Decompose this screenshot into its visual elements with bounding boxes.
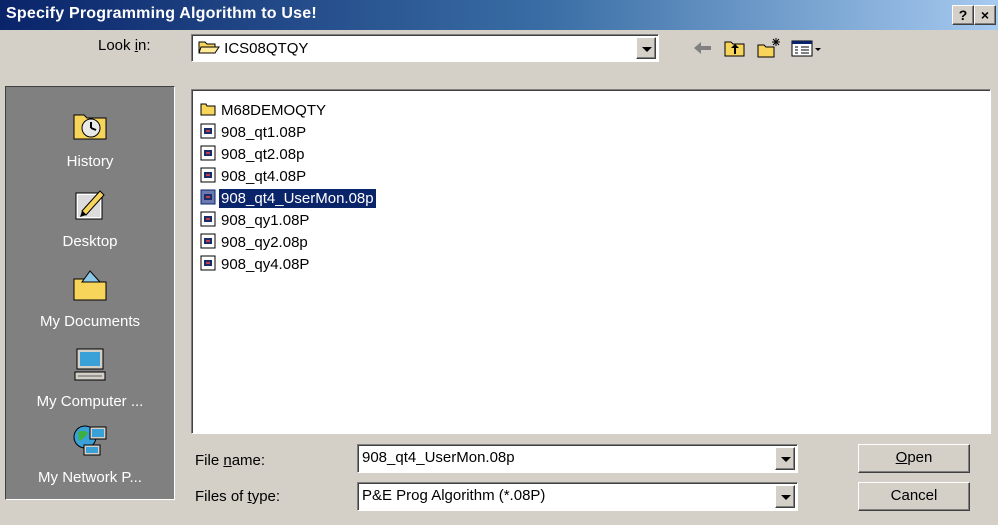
file-name-dropdown-button[interactable]: [775, 447, 795, 470]
file-type-value: P&E Prog Algorithm (*.08P): [362, 487, 546, 504]
file-icon: [200, 211, 216, 227]
views-menu-button[interactable]: [790, 36, 824, 60]
place-my-documents[interactable]: My Documents: [6, 267, 174, 330]
window-title: Specify Programming Algorithm to Use!: [6, 5, 317, 22]
list-item-file-selected[interactable]: 908_qt4_UserMon.08p: [200, 188, 377, 209]
file-list[interactable]: M68DEMOQTY 908_qt1.08P 908_qt2.08p 908_q…: [191, 89, 991, 434]
look-in-dropdown-button[interactable]: [636, 37, 656, 59]
history-icon: [73, 114, 107, 140]
list-item-file[interactable]: 908_qy1.08P: [200, 210, 311, 231]
list-item-file[interactable]: 908_qy2.08p: [200, 232, 310, 253]
desktop-icon: [75, 190, 105, 220]
file-icon: [200, 167, 216, 183]
list-item-file[interactable]: 908_qt2.08p: [200, 144, 306, 165]
place-my-computer[interactable]: My Computer ...: [6, 347, 174, 410]
close-button[interactable]: ×: [974, 5, 996, 25]
file-icon: [200, 123, 216, 139]
list-item-file[interactable]: 908_qt4.08P: [200, 166, 308, 187]
back-button[interactable]: [690, 36, 716, 60]
list-item-file[interactable]: 908_qy4.08P: [200, 254, 311, 275]
file-name-label: File name:: [195, 452, 266, 469]
list-item-file[interactable]: 908_qt1.08P: [200, 122, 308, 143]
views-menu-icon: [791, 40, 821, 57]
new-folder-icon: [757, 38, 780, 58]
my-computer-icon: [74, 348, 106, 381]
file-icon: [200, 189, 216, 205]
file-icon: [200, 255, 216, 271]
file-icon: [200, 233, 216, 249]
title-bar[interactable]: Specify Programming Algorithm to Use! ? …: [0, 0, 998, 30]
folder-icon: [200, 103, 216, 116]
up-one-level-button[interactable]: [722, 36, 748, 60]
look-in-label: Look in:: [98, 37, 151, 54]
look-in-combo[interactable]: ICS08QTQY: [191, 34, 659, 62]
file-type-combo[interactable]: P&E Prog Algorithm (*.08P): [357, 482, 798, 511]
place-my-network-places[interactable]: My Network P...: [6, 423, 174, 486]
place-history[interactable]: History: [6, 107, 174, 170]
back-arrow-icon: [694, 42, 711, 54]
my-documents-icon: [73, 270, 107, 301]
file-icon: [200, 145, 216, 161]
file-name-input[interactable]: 908_qt4_UserMon.08p: [362, 449, 515, 466]
open-file-dialog: Specify Programming Algorithm to Use! ? …: [0, 0, 998, 525]
list-item-folder[interactable]: M68DEMOQTY: [200, 100, 328, 121]
file-name-combo[interactable]: 908_qt4_UserMon.08p: [357, 444, 798, 473]
help-button[interactable]: ?: [952, 5, 974, 25]
file-type-label: Files of type:: [195, 488, 281, 505]
up-folder-icon: [724, 41, 745, 57]
look-in-value: ICS08QTQY: [224, 40, 309, 57]
cancel-button[interactable]: Cancel: [858, 482, 970, 511]
open-folder-icon: [198, 41, 220, 54]
file-type-dropdown-button[interactable]: [775, 485, 795, 508]
create-new-folder-button[interactable]: [756, 36, 782, 60]
my-network-places-icon: [73, 425, 107, 456]
open-button[interactable]: Open: [858, 444, 970, 473]
place-desktop[interactable]: Desktop: [6, 187, 174, 250]
places-bar: History Desktop My Documents My Computer…: [5, 86, 175, 500]
